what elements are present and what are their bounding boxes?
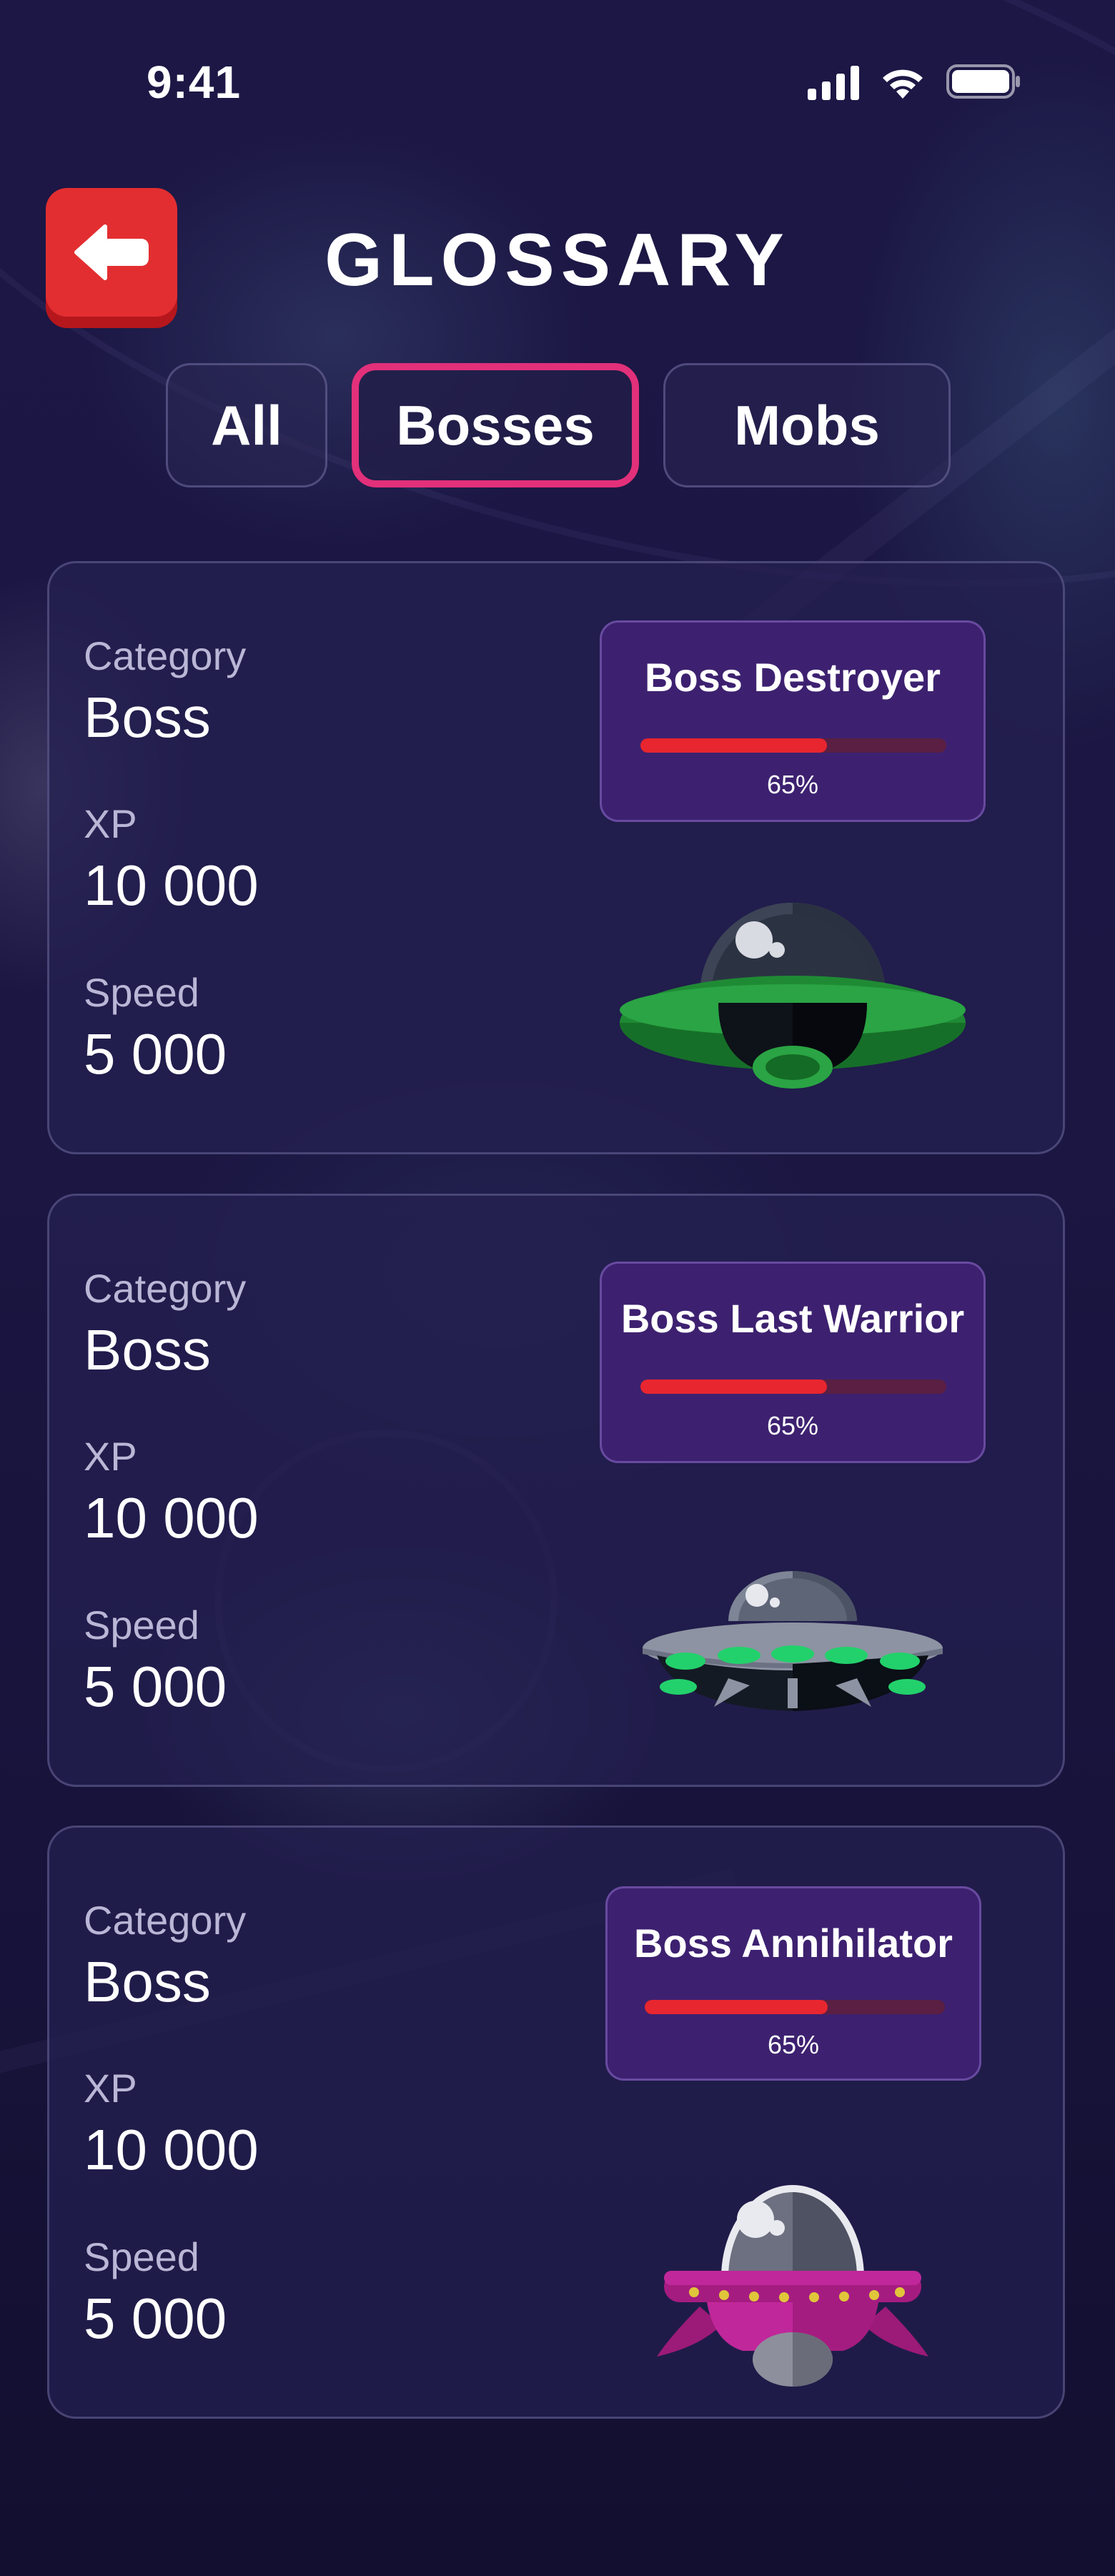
xp-stat: XP 10 000 [84, 804, 259, 914]
xp-value: 10 000 [84, 1486, 259, 1550]
boss-health-panel: Boss Last Warrior 65% [600, 1262, 986, 1463]
tab-bosses[interactable]: Bosses [352, 363, 639, 487]
category-value: Boss [84, 1318, 211, 1382]
boss-card[interactable]: Category Boss XP 10 000 Speed 5 000 Boss… [47, 561, 1065, 1154]
health-percent: 65% [767, 2030, 820, 2059]
tab-mobs[interactable]: Mobs [663, 363, 951, 487]
category-value: Boss [84, 1950, 211, 2013]
status-icons [808, 63, 1022, 100]
boss-name: Boss Annihilator [634, 1921, 953, 1966]
boss-card[interactable]: Category Boss XP 10 000 Speed 5 000 Boss… [47, 1826, 1065, 2419]
page-title: GLOSSARY [324, 219, 791, 302]
health-bar-fill [640, 738, 828, 753]
xp-value: 10 000 [84, 2118, 259, 2181]
green-ufo-icon [620, 903, 966, 1089]
health-bar-fill [640, 1379, 828, 1394]
status-time: 9:41 [147, 56, 242, 108]
wifi-icon [883, 69, 923, 99]
speed-stat: Speed 5 000 [84, 2237, 227, 2347]
speed-label: Speed [84, 970, 199, 1015]
speed-value: 5 000 [84, 1655, 227, 1718]
health-bar [645, 2000, 945, 2014]
status-bar: 9:41 [0, 0, 1115, 164]
xp-value: 10 000 [84, 853, 259, 917]
category-label: Category [84, 1898, 247, 1943]
speed-value: 5 000 [84, 2287, 227, 2350]
speed-value: 5 000 [84, 1022, 227, 1086]
xp-stat: XP 10 000 [84, 2069, 259, 2179]
glossary-screen: 9:41 GLOSSARY All Bosses Mobs Category B… [0, 0, 1115, 2576]
health-bar [640, 738, 946, 753]
boss-name: Boss Last Warrior [620, 1296, 965, 1341]
xp-label: XP [84, 2066, 137, 2111]
speed-label: Speed [84, 1602, 199, 1648]
category-stat: Category Boss [84, 1901, 246, 2011]
health-percent: 65% [766, 770, 819, 799]
speed-stat: Speed 5 000 [84, 973, 227, 1083]
boss-card[interactable]: Category Boss XP 10 000 Speed 5 000 Boss… [47, 1194, 1065, 1787]
cellular-signal-icon [808, 64, 859, 100]
speed-stat: Speed 5 000 [84, 1605, 227, 1715]
boss-name: Boss Destroyer [645, 655, 941, 700]
tab-all[interactable]: All [166, 363, 327, 487]
speed-label: Speed [84, 2234, 199, 2279]
health-bar-fill [645, 2000, 828, 2014]
pink-ufo-icon [657, 2185, 928, 2387]
battery-icon [946, 64, 1020, 99]
health-percent: 65% [766, 1411, 819, 1440]
category-stat: Category Boss [84, 1269, 246, 1379]
grey-ufo-icon [643, 1571, 943, 1711]
health-bar [640, 1379, 946, 1394]
xp-label: XP [84, 801, 137, 846]
xp-stat: XP 10 000 [84, 1437, 259, 1547]
xp-label: XP [84, 1434, 137, 1479]
boss-health-panel: Boss Destroyer 65% [600, 620, 986, 822]
category-label: Category [84, 1266, 247, 1311]
category-label: Category [84, 633, 247, 678]
boss-health-panel: Boss Annihilator 65% [605, 1886, 981, 2081]
category-stat: Category Boss [84, 636, 246, 746]
category-value: Boss [84, 685, 211, 749]
